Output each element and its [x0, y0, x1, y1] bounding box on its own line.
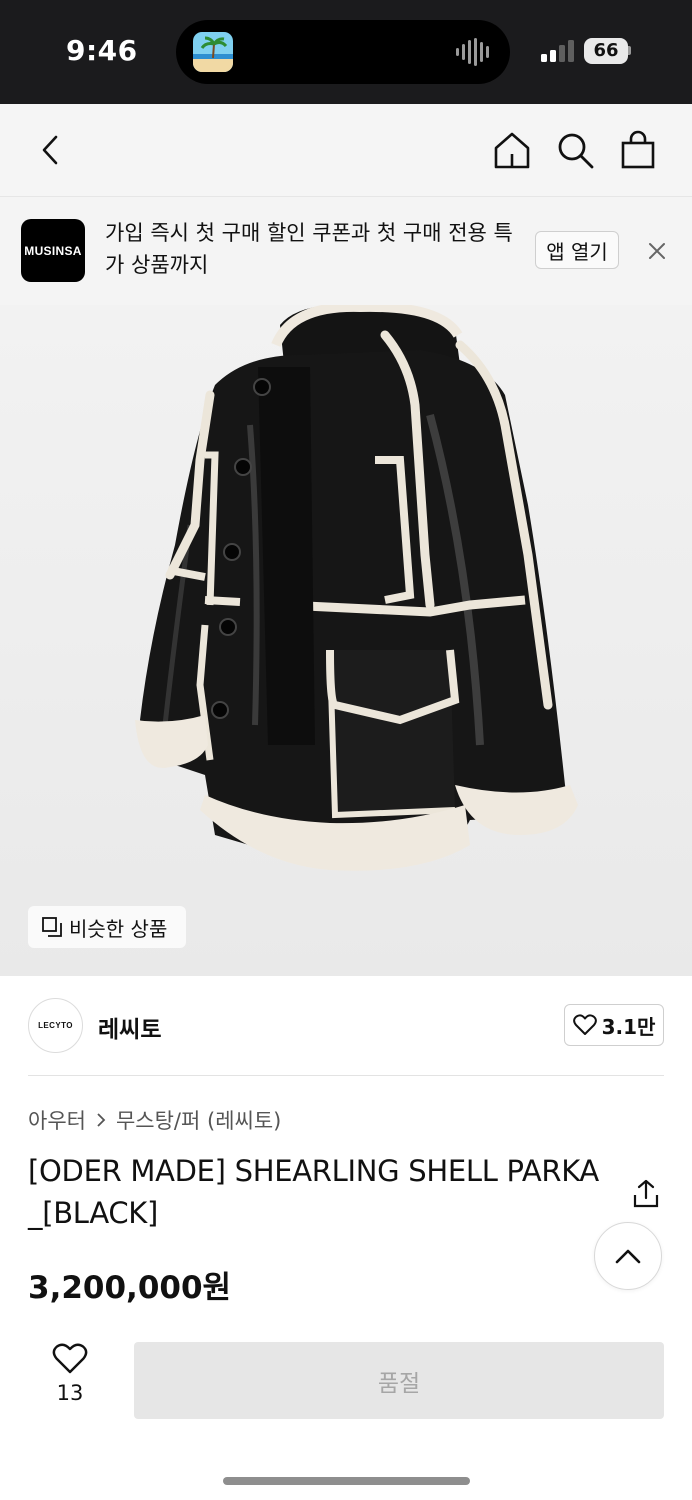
heart-icon — [572, 1014, 597, 1035]
banner-message: 가입 즉시 첫 구매 할인 쿠폰과 첫 구매 전용 특가 상품까지 — [105, 221, 513, 277]
breadcrumb-subcategory[interactable]: 무스탕/퍼 (레씨토) — [116, 1105, 281, 1135]
battery-indicator: 66 — [584, 38, 628, 64]
top-navigation-bar — [0, 104, 692, 197]
brand-name[interactable]: 레씨토 — [98, 1010, 161, 1044]
wishlist-count: 13 — [56, 1381, 84, 1405]
soldout-button[interactable]: 품절 — [134, 1342, 664, 1419]
brand-logo[interactable]: LECYTO — [28, 998, 83, 1053]
chevron-right-icon — [97, 1113, 106, 1127]
brand-like-count: 3.1만 — [601, 1014, 656, 1039]
status-time: 9:46 — [66, 34, 138, 67]
heart-icon — [52, 1343, 88, 1374]
share-icon — [633, 1179, 659, 1208]
scroll-to-top-button[interactable] — [594, 1222, 662, 1290]
similar-products-label: 비슷한 상품 — [69, 916, 168, 941]
open-app-button[interactable]: 앱 열기 — [535, 231, 619, 269]
breadcrumb-category[interactable]: 아우터 — [28, 1105, 86, 1135]
chevron-up-icon — [615, 1249, 641, 1264]
jacket-illustration — [135, 305, 578, 871]
product-image[interactable]: 비슷한 상품 — [0, 305, 692, 976]
product-price: 3,200,000원 — [28, 1270, 232, 1306]
search-button[interactable] — [553, 128, 597, 172]
cellular-signal-icon — [541, 40, 574, 62]
audio-wave-icon — [456, 38, 489, 66]
app-install-banner: MUSINSA 가입 즉시 첫 구매 할인 쿠폰과 첫 구매 전용 특가 상품까… — [0, 197, 692, 305]
cart-button[interactable] — [616, 128, 660, 172]
section-divider — [28, 1075, 664, 1076]
wishlist-button[interactable]: 13 — [44, 1343, 96, 1405]
back-button[interactable] — [28, 128, 72, 172]
similar-products-button[interactable]: 비슷한 상품 — [28, 906, 186, 948]
status-bar: 9:46 66 — [0, 0, 692, 104]
share-button[interactable] — [630, 1178, 662, 1210]
breadcrumb: 아우터 무스탕/퍼 (레씨토) — [28, 1105, 281, 1135]
battery-tip — [628, 46, 631, 55]
similar-items-icon — [42, 917, 62, 937]
product-title: [ODER MADE] SHEARLING SHELL PARKA_[BLACK… — [28, 1154, 599, 1230]
brand-like-button[interactable]: 3.1만 — [564, 1004, 664, 1046]
dynamic-island — [176, 20, 510, 84]
home-button[interactable] — [490, 128, 534, 172]
shopping-bag-icon — [621, 130, 655, 169]
island-app-icon — [193, 32, 233, 72]
close-icon — [649, 243, 665, 259]
brand-row: LECYTO 레씨토 3.1만 — [28, 998, 664, 1054]
home-indicator — [223, 1477, 470, 1485]
musinsa-logo: MUSINSA — [21, 219, 85, 282]
chevron-left-icon — [42, 135, 58, 165]
search-icon — [558, 133, 594, 169]
banner-close-button[interactable] — [640, 234, 674, 268]
home-icon — [494, 132, 530, 169]
